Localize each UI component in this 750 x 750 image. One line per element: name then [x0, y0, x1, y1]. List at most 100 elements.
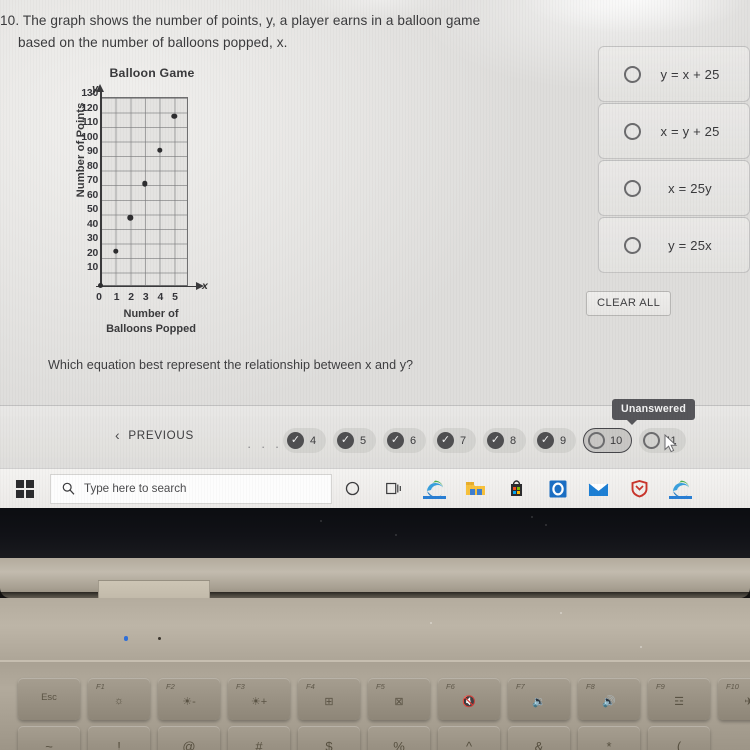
clear-all-button[interactable]: CLEAR ALL	[586, 291, 672, 316]
antivirus-shield-icon[interactable]	[619, 479, 660, 498]
cortana-icon[interactable]	[332, 481, 373, 496]
f1-key: F1 ☼	[88, 678, 150, 720]
function-key-label: F3	[236, 682, 245, 691]
page-button-7[interactable]: ✓ 7	[433, 428, 476, 453]
check-icon: ✓	[287, 432, 304, 449]
key-glyph: 🔇	[462, 696, 476, 708]
data-point	[112, 248, 119, 254]
page-button-6[interactable]: ✓ 6	[383, 428, 426, 453]
file-explorer-icon[interactable]	[455, 479, 496, 498]
answer-option-label: x = 25y	[668, 180, 712, 196]
answer-option-label: x = y + 25	[660, 123, 720, 139]
page-number-list: ✓4✓5✓6✓7✓8✓91011	[283, 428, 686, 453]
check-icon: ✓	[387, 432, 404, 449]
page-button-5[interactable]: ✓ 5	[333, 428, 376, 453]
radio-button-icon[interactable]	[624, 236, 641, 254]
page-button-9[interactable]: ✓ 9	[533, 428, 576, 453]
y-axis-ticks: 130 120 110 100 90 80 70 60 50 40 30 20 10	[54, 66, 98, 296]
outlook-icon[interactable]	[537, 479, 578, 499]
f7-key: F7 🔉	[508, 678, 570, 720]
laptop-keyboard: Esc F1 ☼ F2 ☀- F3 ☀+ F4 ⊞ F5 ⊠ F6 🔇 F7 🔉 F8 🔊 F9 ☲ F10 ✈ ~! @…	[0, 660, 750, 750]
answer-option-2[interactable]: x = y + 25	[598, 103, 750, 159]
page-button-10[interactable]: 10	[583, 428, 633, 453]
taskbar-search-input[interactable]: Type here to search	[50, 473, 332, 504]
key-glyph: 🔉	[532, 696, 546, 708]
mail-icon[interactable]	[578, 480, 619, 497]
search-icon	[62, 482, 75, 495]
question-prompt: Which equation best represent the relati…	[48, 358, 414, 372]
page-button-8[interactable]: ✓ 8	[483, 428, 526, 453]
y-axis-arrow-icon	[96, 84, 104, 92]
radio-button-icon[interactable]	[624, 179, 641, 197]
key-glyph: ⊞	[324, 696, 334, 708]
laptop-screen: 10. The graph shows the number of points…	[0, 0, 750, 508]
y-tick-label: 80	[86, 160, 98, 172]
windows-logo-icon	[16, 479, 34, 498]
x-tick-label: 2	[128, 292, 135, 303]
number-key-6: %	[368, 726, 430, 750]
check-icon: ✓	[337, 432, 354, 449]
x-axis-symbol: x	[202, 280, 208, 292]
page-number-label: 9	[559, 434, 567, 447]
number-key-8: &	[508, 726, 570, 750]
key-glyph: ☼	[113, 695, 125, 707]
function-key-label: F2	[166, 682, 175, 691]
esc-key: Esc	[18, 678, 80, 720]
y-tick-label: 40	[86, 218, 98, 230]
screen-bezel	[0, 508, 750, 558]
question-line-1: 10. The graph shows the number of points…	[0, 13, 481, 28]
page-button-4[interactable]: ✓ 4	[283, 428, 326, 453]
function-key-label: F9	[656, 682, 665, 691]
laptop-photo: 10. The graph shows the number of points…	[0, 0, 750, 750]
pagination-ellipsis[interactable]: · · ·	[247, 439, 282, 454]
answer-option-label: y = 25x	[668, 237, 712, 253]
windows-start-button[interactable]	[0, 479, 50, 498]
y-tick-label: 20	[86, 247, 98, 259]
number-key-5: $	[298, 726, 360, 750]
radio-button-icon[interactable]	[624, 122, 641, 140]
function-key-label: F8	[586, 682, 595, 691]
edge-secondary-icon[interactable]	[660, 478, 701, 500]
number-key-3: @	[158, 726, 220, 750]
x-tick-label: 3	[142, 292, 149, 303]
answer-option-3[interactable]: x = 25y	[598, 160, 750, 216]
page-number-label: 5	[359, 434, 367, 447]
function-key-label: F1	[96, 682, 105, 691]
f3-key: F3 ☀+	[228, 678, 290, 720]
page-number-label: 6	[409, 434, 417, 447]
x-axis-title-line: Number of	[123, 308, 179, 320]
answer-option-4[interactable]: y = 25x	[598, 217, 750, 273]
key-glyph: Esc	[41, 692, 57, 703]
power-led-indicator	[124, 636, 128, 641]
function-key-label: F6	[446, 682, 455, 691]
y-tick-label: 90	[86, 146, 98, 158]
deck-sensor-dot	[158, 637, 161, 640]
function-key-label: F10	[726, 682, 739, 691]
answer-option-1[interactable]: y = x + 25	[598, 46, 750, 102]
f8-key: F8 🔊	[578, 678, 640, 720]
laptop-deck	[0, 598, 750, 668]
page-number-label: 4	[309, 434, 317, 447]
y-tick-label: 30	[86, 233, 98, 245]
origin-point	[97, 283, 103, 288]
task-view-icon[interactable]	[373, 482, 414, 496]
edge-icon[interactable]	[414, 478, 455, 500]
x-tick-label: 0	[96, 292, 102, 303]
key-glyph: ☀+	[250, 696, 268, 708]
empty-circle-icon	[643, 432, 661, 449]
y-tick-label: 50	[86, 204, 98, 216]
y-tick-label: 130	[81, 88, 98, 99]
previous-button[interactable]: ‹ PREVIOUS	[115, 428, 194, 442]
f10-key: F10 ✈	[718, 678, 750, 720]
page-number-label: 10	[610, 434, 623, 447]
data-point	[156, 147, 163, 153]
key-glyph: ☀-	[182, 696, 196, 708]
f5-key: F5 ⊠	[368, 678, 430, 720]
f2-key: F2 ☀-	[158, 678, 220, 720]
radio-button-icon[interactable]	[624, 65, 641, 83]
chart-title: Balloon Game	[109, 66, 195, 80]
x-tick-label: 4	[157, 292, 164, 303]
microsoft-store-icon[interactable]	[496, 479, 537, 498]
key-glyph: ⊠	[394, 696, 404, 708]
unanswered-tooltip: Unanswered	[612, 399, 695, 425]
